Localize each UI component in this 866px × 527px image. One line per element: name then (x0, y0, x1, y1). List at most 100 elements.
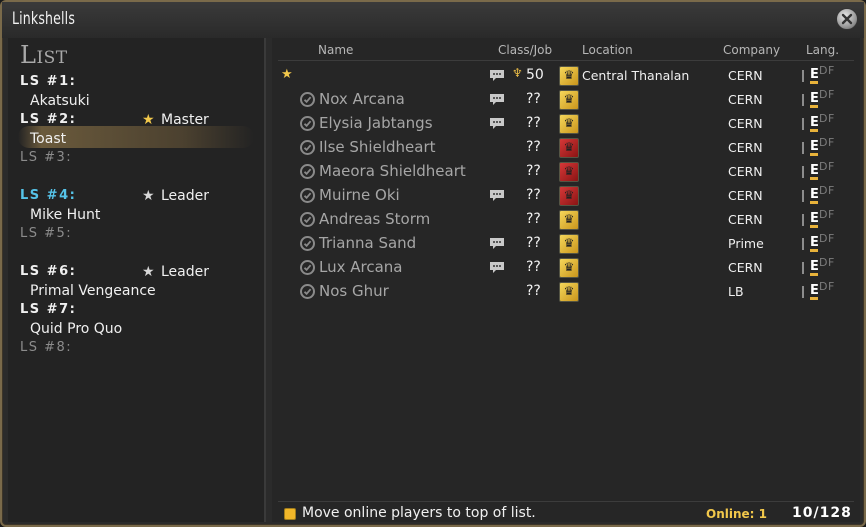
member-row[interactable]: Nos Ghur?? ♛ LB E DF (272, 280, 860, 304)
job-icon: ♛ (559, 66, 579, 86)
member-name: Nos Ghur (319, 282, 389, 300)
linkshell-slot-label: LS #8: (20, 340, 73, 355)
linkshell-slot[interactable]: LS #6: Primal Vengeance ★ Leader (20, 264, 260, 299)
linkshell-name: Akatsuki (30, 93, 90, 109)
language-indicator: E DF (802, 88, 842, 109)
job-icon: ♛ (559, 138, 579, 158)
member-level: ?? (526, 259, 541, 275)
favorite-star-icon: ★ (281, 67, 293, 82)
member-company: CERN (728, 188, 763, 203)
linkshell-slot[interactable]: LS #7: Quid Pro Quo (20, 302, 260, 337)
online-status-icon (300, 188, 315, 203)
linkshell-rank: ★ Master (142, 112, 209, 128)
member-name: Muirne Oki (319, 186, 400, 204)
language-indicator: E DF (802, 232, 842, 253)
rank-label: Master (161, 112, 209, 128)
linkshell-rank: ★ Leader (142, 188, 209, 204)
member-company: CERN (728, 212, 763, 227)
member-company: CERN (728, 260, 763, 275)
linkshell-slot[interactable]: LS #1: Akatsuki (20, 74, 260, 109)
linkshell-slot[interactable]: LS #8: (20, 340, 260, 355)
member-company: Prime (728, 236, 764, 251)
linkshell-name: Quid Pro Quo (30, 321, 123, 337)
member-level: ?? (526, 139, 541, 155)
online-status-icon (300, 92, 315, 107)
header-divider (278, 60, 854, 61)
column-header-location[interactable]: Location (582, 43, 633, 57)
member-level: ?? (526, 163, 541, 179)
member-name: Lux Arcana (319, 258, 403, 276)
chat-icon (490, 190, 504, 201)
rank-star-icon: ★ (142, 264, 155, 280)
member-row[interactable]: Elysia Jabtangs?? ♛ CERN E DF (272, 112, 860, 136)
window-title: Linkshells (12, 9, 76, 29)
member-name: Elysia Jabtangs (319, 114, 433, 132)
member-name: Nox Arcana (319, 90, 405, 108)
linkshell-slot[interactable]: LS #2: Toast ★ Master (20, 112, 260, 147)
online-status-icon (300, 140, 315, 155)
online-status-icon (300, 284, 315, 299)
member-location: Central Thanalan (582, 68, 690, 83)
column-header-name[interactable]: Name (318, 43, 353, 57)
language-indicator: E DF (802, 136, 842, 157)
title-bar[interactable]: Linkshells (2, 2, 864, 38)
member-level: 50 (526, 67, 544, 83)
linkshell-slot[interactable]: LS #4: Mike Hunt ★ Leader (20, 188, 260, 223)
linkshells-window: Linkshells List LS #1: Akatsuki LS #2: Toas… (0, 0, 866, 527)
level-icon: ♆ (512, 66, 523, 80)
member-company: CERN (728, 116, 763, 131)
member-company: CERN (728, 92, 763, 107)
linkshell-name: Mike Hunt (30, 207, 101, 223)
member-name: Maeora Shieldheart (319, 162, 466, 180)
rank-label: Leader (161, 264, 210, 280)
language-indicator: E DF (802, 160, 842, 181)
rank-star-icon: ★ (142, 188, 155, 204)
chat-icon (490, 118, 504, 129)
language-indicator: E DF (802, 64, 842, 85)
chat-icon (490, 94, 504, 105)
language-indicator: E DF (802, 112, 842, 133)
member-row[interactable]: Trianna Sand?? ♛ Prime E DF (272, 232, 860, 256)
member-row[interactable]: Andreas Storm?? ♛ CERN E DF (272, 208, 860, 232)
member-name: Trianna Sand (319, 234, 417, 252)
online-status-icon (300, 260, 315, 275)
member-row[interactable]: Ilse Shieldheart?? ♛ CERN E DF (272, 136, 860, 160)
member-row[interactable]: Nox Arcana?? ♛ CERN E DF (272, 88, 860, 112)
member-row[interactable]: Muirne Oki?? ♛ CERN E DF (272, 184, 860, 208)
move-online-checkbox[interactable] (284, 508, 296, 520)
list-title: List (20, 41, 68, 69)
chat-icon (490, 238, 504, 249)
member-level: ?? (526, 187, 541, 203)
linkshell-name: Toast (30, 131, 67, 147)
column-header-lang[interactable]: Lang. (806, 43, 839, 57)
member-company: LB (728, 284, 744, 299)
job-icon: ♛ (559, 258, 579, 278)
member-level: ?? (526, 211, 541, 227)
linkshell-slot-label: LS #5: (20, 226, 73, 241)
language-indicator: E DF (802, 208, 842, 229)
language-indicator: E DF (802, 280, 842, 301)
close-button[interactable] (836, 8, 858, 30)
job-icon: ♛ (559, 210, 579, 230)
member-name: Ilse Shieldheart (319, 138, 436, 156)
member-name: Andreas Storm (319, 210, 431, 228)
member-row[interactable]: Lux Arcana?? ♛ CERN E DF (272, 256, 860, 280)
move-online-label: Move online players to top of list. (302, 505, 536, 521)
column-header-classjob[interactable]: Class/Job (498, 43, 552, 57)
linkshell-slot[interactable]: LS #5: (20, 226, 260, 241)
linkshell-slot-label: LS #2: (20, 112, 77, 127)
linkshell-slot-label: LS #7: (20, 302, 77, 317)
job-icon: ♛ (559, 282, 579, 302)
column-header-company[interactable]: Company (723, 43, 780, 57)
linkshell-slot-label: LS #3: (20, 150, 73, 165)
job-icon: ♛ (559, 90, 579, 110)
member-company: CERN (728, 164, 763, 179)
online-count: Online: 1 (706, 507, 767, 521)
member-row[interactable]: ★Hykon Rogith♆50♛Central ThanalanCERNEDF (272, 64, 860, 88)
online-status-icon (300, 212, 315, 227)
member-company: CERN (728, 140, 763, 155)
member-row[interactable]: Maeora Shieldheart?? ♛ CERN E DF (272, 160, 860, 184)
footer-divider (278, 501, 854, 502)
rank-label: Leader (161, 188, 210, 204)
linkshell-slot[interactable]: LS #3: (20, 150, 260, 165)
